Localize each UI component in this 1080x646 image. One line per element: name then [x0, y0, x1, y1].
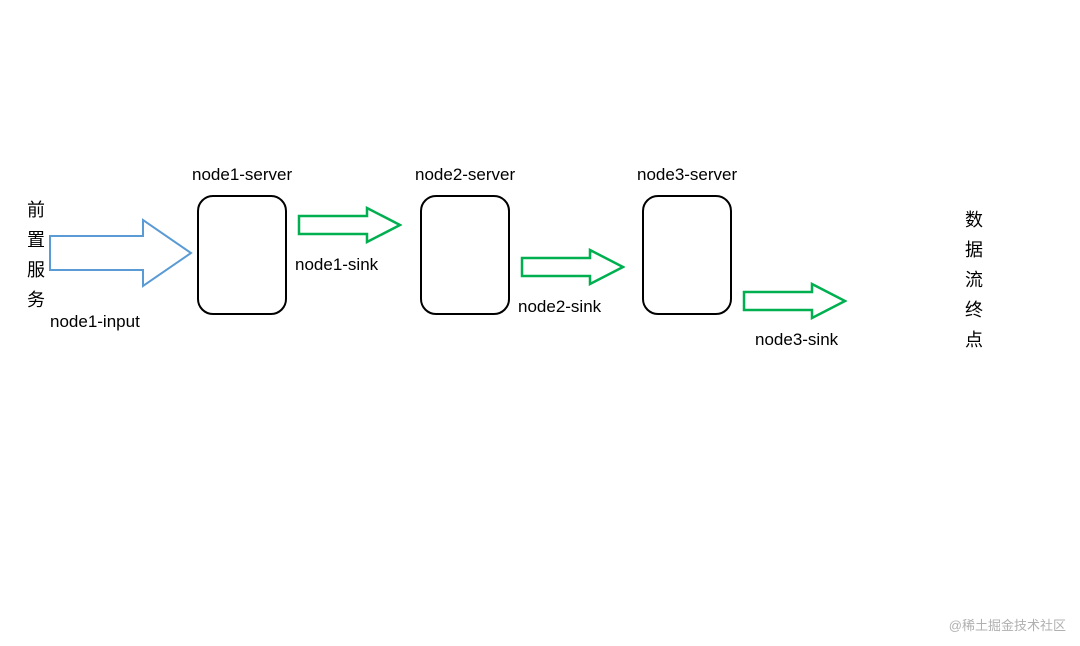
- input-arrow-label: node1-input: [50, 312, 140, 332]
- node2-box: [420, 195, 510, 315]
- node3-box: [642, 195, 732, 315]
- node3-sink-label: node3-sink: [755, 330, 838, 350]
- node3-server-label: node3-server: [637, 165, 737, 185]
- left-source-label: 前置服务: [22, 200, 48, 320]
- watermark-label: @稀土掘金技术社区: [949, 615, 1066, 634]
- node1-sink-label: node1-sink: [295, 255, 378, 275]
- node2-server-label: node2-server: [415, 165, 515, 185]
- node2-sink-label: node2-sink: [518, 297, 601, 317]
- flow-arrow-2-icon: [520, 248, 625, 286]
- node1-server-label: node1-server: [192, 165, 292, 185]
- input-arrow-icon: [48, 218, 193, 288]
- right-sink-label: 数据流终点: [960, 210, 986, 360]
- flow-arrow-1-icon: [297, 206, 402, 244]
- node1-box: [197, 195, 287, 315]
- flow-arrow-3-icon: [742, 282, 847, 320]
